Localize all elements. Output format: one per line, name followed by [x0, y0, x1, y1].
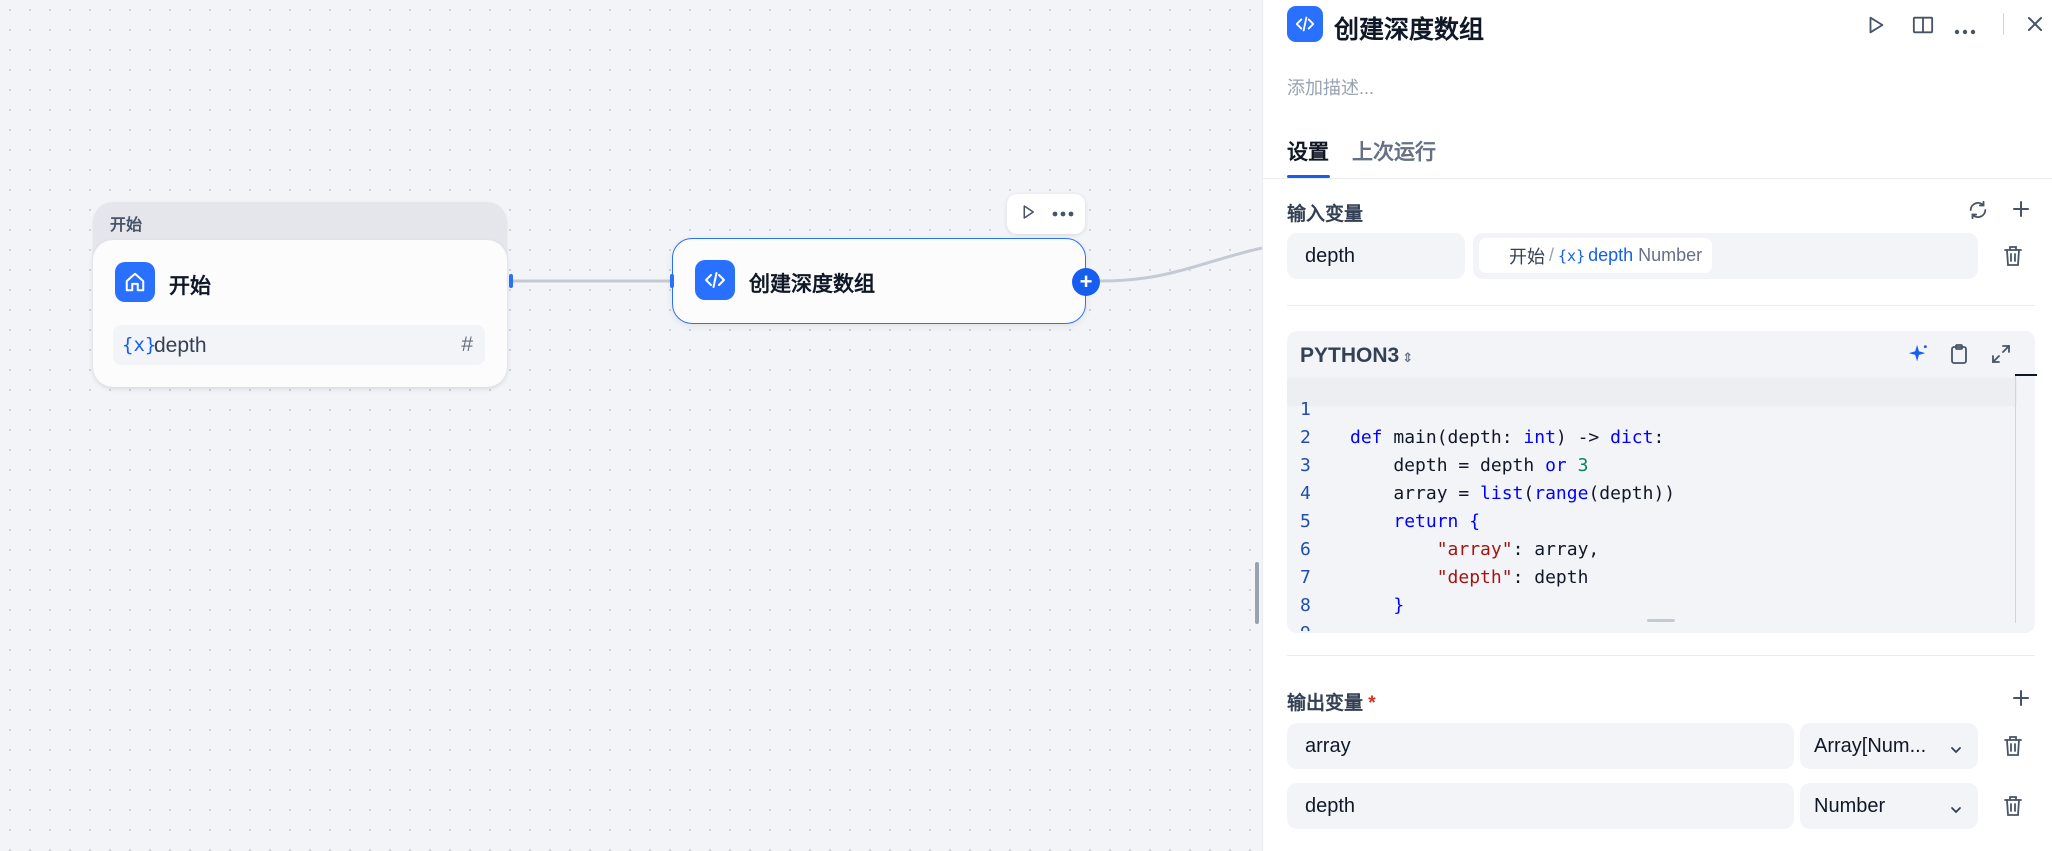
delete-input-variable-icon[interactable] [2003, 245, 2023, 272]
code-line: 3 depth = depth or 3 [1300, 455, 1589, 476]
variable-icon: {x} [122, 334, 157, 356]
start-node-output-handle[interactable] [509, 274, 513, 288]
input-variable-source-selector[interactable]: 开始 / {x} depth Number [1473, 233, 1978, 279]
code-lines[interactable]: 1 2 def main(depth: int) -> dict: 3 depth… [1287, 375, 2017, 631]
code-line: 5 return { [1300, 511, 1481, 532]
section-divider [1287, 305, 2035, 306]
delete-output-variable-icon[interactable] [2003, 735, 2023, 762]
language-selector[interactable]: PYTHON3 ⇕ [1300, 344, 1413, 368]
run-node-icon[interactable] [1019, 203, 1037, 226]
code-line: 9 [1287, 602, 2017, 631]
add-next-node-button[interactable]: + [1072, 268, 1100, 296]
code-line: 6 "array": array, [1300, 539, 1600, 560]
delete-output-variable-icon[interactable] [2003, 795, 2023, 822]
editor-resize-handle[interactable] [1647, 619, 1675, 622]
required-mark: * [1368, 693, 1376, 714]
output-variable-type-select[interactable]: Number [1800, 783, 1978, 829]
connection-lines [511, 246, 1262, 283]
tab-last-run[interactable]: 上次运行 [1352, 136, 1436, 166]
input-variable-name: depth [1305, 245, 1356, 267]
description-input[interactable]: 添加描述... [1287, 74, 1374, 100]
more-options-icon[interactable] [1954, 22, 1976, 40]
code-icon [1287, 6, 1323, 42]
run-step-icon[interactable] [1865, 14, 1887, 41]
tab-settings[interactable]: 设置 [1287, 136, 1329, 166]
start-node-group-label: 开始 [110, 217, 143, 234]
code-node[interactable]: 创建深度数组 [672, 238, 1086, 324]
output-variable-type: Array[Num... [1814, 735, 1927, 757]
output-variable-name: depth [1305, 795, 1356, 817]
variable-icon: {x} [1558, 246, 1586, 265]
code-node-input-handle[interactable] [670, 274, 674, 288]
add-input-variable-icon[interactable] [2011, 199, 2031, 224]
scrollbar[interactable] [2015, 375, 2016, 623]
copy-icon[interactable] [1949, 343, 1969, 370]
start-node-variable: {x} depth # [113, 325, 485, 365]
output-variable-type-select[interactable]: Array[Num... [1800, 723, 1978, 769]
header-divider [2003, 13, 2004, 35]
variable-reference-chip: 开始 / {x} depth Number [1479, 238, 1713, 273]
output-variable-name-field[interactable]: depth [1287, 783, 1794, 829]
node-toolbar [1007, 194, 1085, 234]
help-book-icon[interactable] [1912, 14, 1934, 41]
ai-generate-icon[interactable] [1907, 343, 1929, 370]
chevron-down-icon [1950, 801, 1962, 819]
start-node[interactable]: 开始 开始 {x} depth # [93, 202, 507, 387]
code-editor[interactable]: PYTHON3 ⇕ 1 2 def main(depth: int) -> dict… [1287, 331, 2035, 633]
edge-code-to-next [1099, 246, 1262, 283]
code-line: 8 } [1300, 595, 1405, 616]
add-output-variable-icon[interactable] [2011, 688, 2031, 713]
chevron-updown-icon: ⇕ [1402, 350, 1414, 365]
sync-icon[interactable] [1967, 199, 1989, 226]
output-variables-title: 输出变量 * [1287, 693, 1376, 714]
variable-name: depth [154, 334, 207, 357]
expand-icon[interactable] [1991, 344, 2011, 369]
node-settings-panel: 创建深度数组 添加描述... 设置 上次运行 输入变量 depth 开始 / {… [1262, 0, 2052, 851]
start-node-title: 开始 [169, 275, 211, 298]
panel-title[interactable]: 创建深度数组 [1334, 10, 1484, 46]
start-node-card[interactable]: 开始 {x} depth # [93, 240, 507, 387]
code-line: 7 "depth": depth [1300, 567, 1589, 588]
panel-resize-handle[interactable] [1255, 562, 1259, 624]
output-variable-name: array [1305, 735, 1351, 757]
output-variable-type: Number [1814, 795, 1886, 817]
code-line: 1 [1287, 378, 2017, 420]
code-line: 4 array = list(range(depth)) [1300, 483, 1676, 504]
source-variable-name: depth [1588, 245, 1634, 265]
output-variable-name-field[interactable]: array [1287, 723, 1794, 769]
input-variables-title: 输入变量 [1287, 204, 1364, 225]
source-variable-type: Number [1638, 245, 1703, 265]
code-icon [695, 260, 735, 300]
number-type-icon: # [461, 333, 473, 356]
code-node-title: 创建深度数组 [749, 273, 875, 296]
source-node-name: 开始 [1509, 246, 1545, 267]
path-separator: / [1549, 245, 1555, 265]
more-options-icon[interactable] [1052, 205, 1074, 223]
input-variable-name-field[interactable]: depth [1287, 233, 1465, 279]
home-icon [115, 262, 155, 302]
tabs-divider [1263, 178, 2052, 179]
close-icon[interactable] [2027, 16, 2043, 37]
chevron-down-icon [1950, 741, 1962, 759]
section-divider [1287, 655, 2035, 656]
code-line: 2 def main(depth: int) -> dict: [1300, 427, 1665, 448]
minimap-marker [2015, 374, 2037, 376]
